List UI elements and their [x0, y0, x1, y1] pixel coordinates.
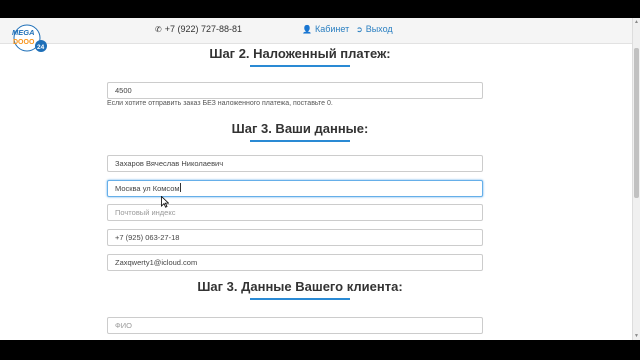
sign-out-icon: ➲ [356, 25, 363, 34]
phone-number: +7 (922) 727-88-81 [164, 24, 243, 34]
browser-viewport: ✆ +7 (922) 727-88-81 👤 Кабинет ➲ Выход MEGA… [0, 18, 640, 340]
svg-text:MEGA: MEGA [12, 28, 35, 37]
cabinet-label: Кабинет [314, 24, 350, 34]
site-logo[interactable]: MEGA DOOO 24 [9, 22, 49, 54]
scrollbar-thumb[interactable] [634, 48, 639, 198]
step-client-title: Шаг 3. Данные Вашего клиента: [170, 279, 430, 300]
address-value: Москва ул Комсом [115, 184, 180, 193]
cabinet-link[interactable]: 👤 Кабинет [302, 24, 349, 34]
phone-icon: ✆ [155, 25, 162, 34]
cod-amount-input[interactable]: 4500 [107, 82, 483, 99]
full-name-input[interactable]: Захаров Вячеслав Николаевич [107, 155, 483, 172]
address-input[interactable]: Москва ул Комсом [107, 180, 483, 197]
phone-input[interactable]: +7 (925) 063-27-18 [107, 229, 483, 246]
user-icon: 👤 [302, 25, 312, 34]
header-phone[interactable]: ✆ +7 (922) 727-88-81 [155, 24, 242, 34]
mouse-pointer-icon [161, 196, 169, 208]
site-header: ✆ +7 (922) 727-88-81 👤 Кабинет ➲ Выход [0, 18, 632, 44]
scroll-up-arrow-icon[interactable]: ▲ [634, 19, 639, 25]
logout-link[interactable]: ➲ Выход [356, 24, 393, 34]
step-payment-title: Шаг 2. Наложенный платеж: [170, 46, 430, 67]
step-your-data-title: Шаг 3. Ваши данные: [170, 121, 430, 142]
logout-label: Выход [365, 24, 393, 34]
svg-text:24: 24 [37, 44, 45, 51]
page-scrollbar[interactable]: ▲ ▼ [632, 18, 640, 340]
svg-text:DOOO: DOOO [13, 39, 35, 46]
text-caret [180, 183, 182, 192]
scroll-down-arrow-icon[interactable]: ▼ [634, 333, 639, 339]
client-fio-input[interactable]: ФИО [107, 317, 483, 334]
cod-help-text: Если хотите отправить заказ БЕЗ наложенн… [107, 100, 333, 107]
email-input[interactable]: Zaxqwerty1@icloud.com [107, 254, 483, 271]
